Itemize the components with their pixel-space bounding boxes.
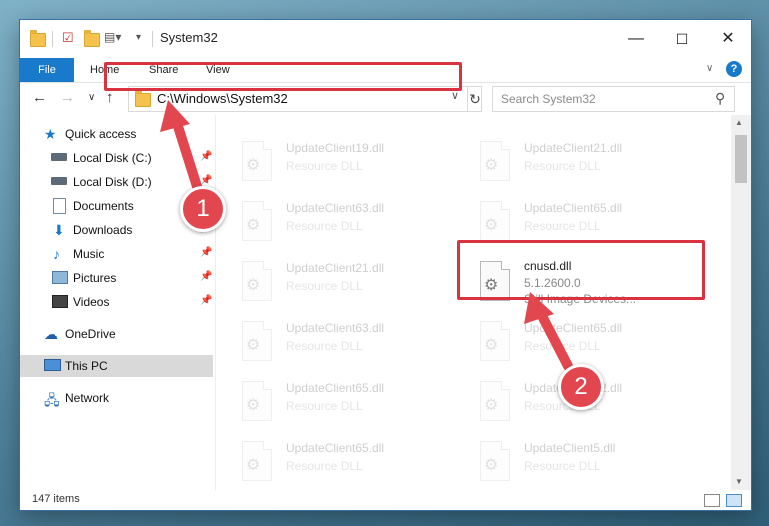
arrow-2 — [524, 292, 573, 371]
arrow-1 — [160, 100, 205, 201]
annotation-arrows — [160, 100, 573, 371]
step-badge-1: 1 — [180, 186, 226, 232]
step-badge-2: 2 — [558, 364, 604, 410]
